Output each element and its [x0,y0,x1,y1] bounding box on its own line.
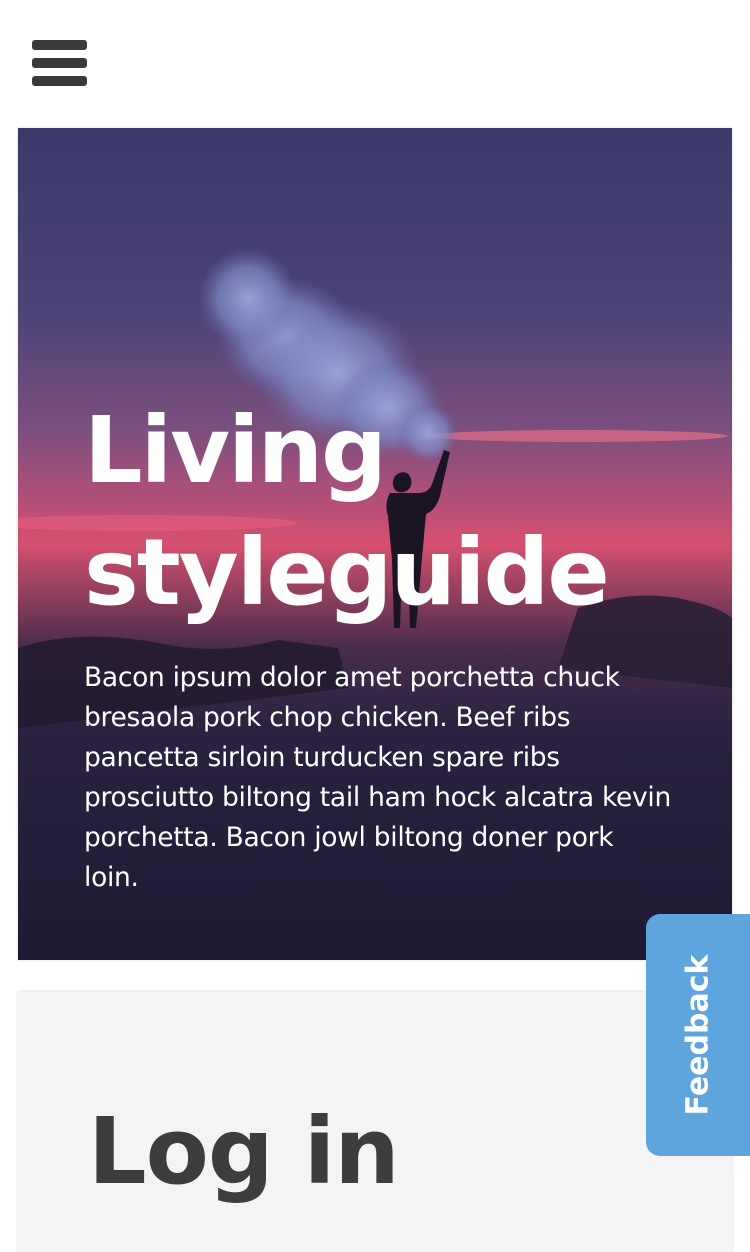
feedback-button[interactable]: Feedback [646,914,750,1156]
hero-section: Living styleguide Bacon ipsum dolor amet… [18,128,732,960]
login-title: Log in [88,1098,400,1205]
feedback-label: Feedback [680,954,716,1116]
hamburger-menu-icon[interactable] [32,40,87,86]
top-bar [0,0,750,128]
menu-bar-line [32,76,87,86]
hero-title: Living styleguide [84,397,610,626]
login-card: Log in [18,992,732,1252]
menu-bar-line [32,58,87,68]
menu-bar-line [32,40,87,50]
hero-description: Bacon ipsum dolor amet porchetta chuck b… [84,662,671,893]
